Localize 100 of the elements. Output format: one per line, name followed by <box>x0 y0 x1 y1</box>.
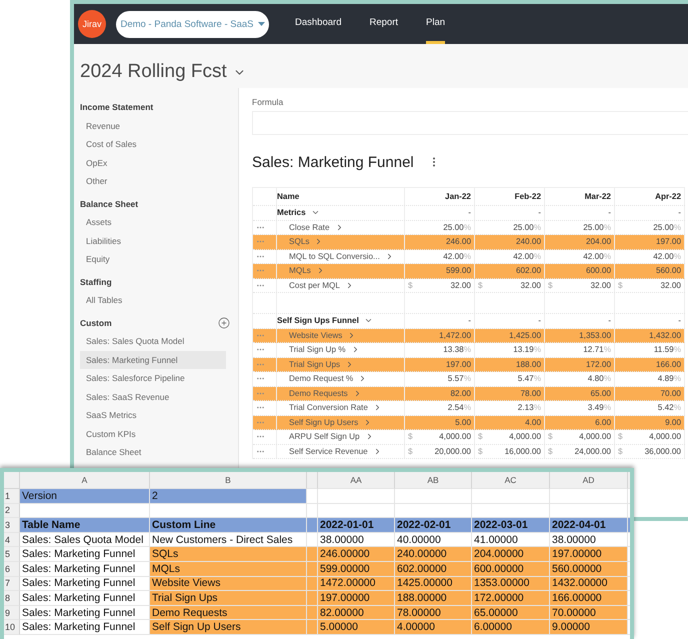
cell-value: 5.57% <box>448 374 471 384</box>
sheet-cell: 4.00000 <box>395 620 472 635</box>
row-name[interactable]: Trial Sign Up % <box>289 345 346 354</box>
row-name[interactable]: MQLs <box>289 266 311 276</box>
cell-value: 32.00 <box>660 280 681 290</box>
sheet-cell <box>307 489 318 504</box>
row-number: 10 <box>4 620 20 635</box>
cell-value: 197.00 <box>446 360 471 369</box>
row-name[interactable]: Demo Request % <box>289 374 354 384</box>
row-name[interactable]: MQL to SQL Conversio... <box>289 252 380 261</box>
sidebar-item[interactable]: All Tables <box>80 291 226 310</box>
row-number: 4 <box>4 532 20 548</box>
row-name[interactable]: Trial Conversion Rate <box>289 403 368 412</box>
cell-value: 1,432.00 <box>649 330 681 340</box>
row-name[interactable]: Self Sign Up Users <box>289 418 358 427</box>
currency-sign: $ <box>408 280 413 290</box>
column-header: Apr-22 <box>655 192 681 201</box>
row-name[interactable]: Close Rate <box>289 222 330 232</box>
sheet-cell: 1353.00000 <box>472 576 550 592</box>
cell-value: 240.00 <box>516 237 541 246</box>
cell-value: 25.00% <box>443 222 471 232</box>
currency-sign: $ <box>618 432 623 442</box>
cell-value: 560.00 <box>656 266 681 276</box>
cell-value: 36,000.00 <box>644 446 681 456</box>
row-name[interactable]: Trial Sign Ups <box>289 360 340 369</box>
column-header: Jan-22 <box>445 192 471 201</box>
sheet-cell: 599.00000 <box>318 562 395 577</box>
cell-value: - <box>468 316 471 326</box>
cell-value: 602.00 <box>516 266 541 276</box>
sheet-cell <box>307 547 318 562</box>
row-name[interactable]: Cost per MQL <box>289 280 340 290</box>
cell-value: 4,000.00 <box>439 432 471 442</box>
sidebar-item[interactable]: Balance Sheet <box>80 443 226 462</box>
sheet-cell: 82.00000 <box>318 606 395 620</box>
currency-sign: $ <box>618 446 623 456</box>
cell-value: 4,000.00 <box>579 432 611 442</box>
sheet-cell: 40.00000 <box>395 532 472 548</box>
add-icon[interactable] <box>218 316 230 329</box>
row-name[interactable]: Demo Requests <box>289 388 348 398</box>
sidebar-item[interactable]: Other <box>80 172 226 190</box>
sidebar-item[interactable]: SaaS Metrics <box>80 406 226 424</box>
column-header: 2022-02-01 <box>395 518 472 533</box>
company-dropdown[interactable]: Demo - Panda Software - SaaS <box>116 10 269 38</box>
sidebar-item[interactable]: OpEx <box>80 154 226 172</box>
sheet-cell: 166.00000 <box>550 591 628 606</box>
sheet-cell <box>307 562 318 577</box>
row-name[interactable]: Self Service Revenue <box>289 446 368 456</box>
row-name[interactable]: Website Views <box>289 330 342 340</box>
sidebar-item[interactable]: Revenue <box>80 116 226 135</box>
cell-value: 204.00 <box>586 237 611 246</box>
sheet-cell: 78.00000 <box>395 606 472 620</box>
column-letter: AC <box>472 472 550 489</box>
cell-value: - <box>538 208 541 218</box>
cell-value: 6.00 <box>595 418 611 427</box>
cell-value: 5.00 <box>455 418 471 427</box>
sidebar-item[interactable]: Sales: Sales Quota Model <box>80 332 226 350</box>
column-header: Mar-22 <box>584 192 611 201</box>
sidebar-item[interactable]: Sales: Marketing Funnel <box>80 350 226 369</box>
row-name[interactable]: SQLs <box>289 237 310 246</box>
row-name[interactable]: ARPU Self Sign Up <box>289 432 360 442</box>
logo[interactable]: Jirav <box>78 10 106 38</box>
cell-value: 78.00 <box>520 388 541 398</box>
page-title: 2024 Rolling Fcst <box>80 61 227 83</box>
row-number: 3 <box>4 518 20 533</box>
nav-tab[interactable]: Plan <box>426 4 446 44</box>
sheet-cell: 246.00000 <box>318 547 395 562</box>
sidebar-item[interactable]: Equity <box>80 250 226 268</box>
row-number: 5 <box>4 547 20 562</box>
cell-value: 1,472.00 <box>439 330 471 340</box>
column-letter: AB <box>395 472 472 489</box>
nav-tab[interactable]: Report <box>369 4 398 44</box>
sidebar-item[interactable]: Sales: SaaS Revenue <box>80 388 226 406</box>
sheet-cell: 38.00000 <box>550 532 628 548</box>
cell-value: 4.00 <box>525 418 541 427</box>
currency-sign: $ <box>548 280 553 290</box>
sheet-cell: 65.00000 <box>472 606 550 620</box>
sheet-cell: 70.00000 <box>550 606 628 620</box>
sidebar-item[interactable]: Sales: Salesforce Pipeline <box>80 369 226 388</box>
nav-tab[interactable]: Dashboard <box>295 4 342 44</box>
sheet-cell: 197.00000 <box>550 547 628 562</box>
sidebar-item[interactable]: Liabilities <box>80 232 226 250</box>
sheet-cell: 9.00000 <box>550 620 628 635</box>
section-heading: Staffing <box>80 276 112 287</box>
sheet-cell: Sales: Marketing Funnel <box>20 606 150 620</box>
sheet-cell: 1472.00000 <box>318 576 395 592</box>
column-header: Table Name <box>20 518 150 533</box>
sheet-cell <box>307 504 318 518</box>
sidebar-item[interactable]: Custom KPIs <box>80 424 226 443</box>
field-label: Formula <box>252 97 284 109</box>
sidebar-item[interactable]: Cost of Sales <box>80 135 226 154</box>
section-heading: Custom <box>80 318 112 328</box>
row-number: 7 <box>4 576 20 592</box>
row-number: 9 <box>4 606 20 620</box>
cell-value: 13.38% <box>443 345 471 354</box>
group-name: Self Sign Ups Funnel <box>277 316 359 326</box>
sidebar-item[interactable]: Assets <box>80 213 226 232</box>
cell-value: - <box>678 316 681 326</box>
sheet-cell: Version <box>20 489 150 504</box>
cell-value: - <box>608 316 611 326</box>
cell-value: 12.71% <box>583 345 611 354</box>
